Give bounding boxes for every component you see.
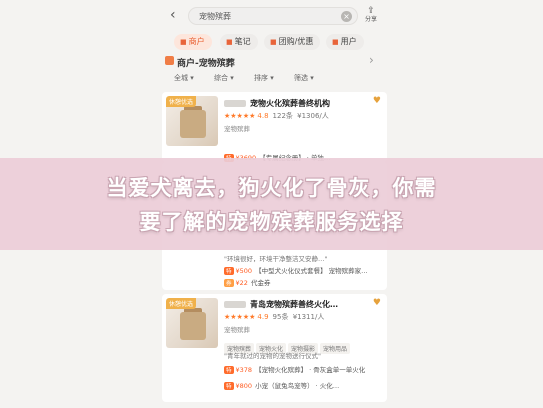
rating-row: ★★★★★ 4.8 122条 ¥1306/人 — [224, 112, 329, 120]
search-bar: ‹ 宠物殡葬 × ⇪ 分享 — [160, 4, 385, 28]
filter-label: 综合 — [214, 74, 228, 82]
shop-card[interactable]: 休憩优选 宠物火化殡葬善终机构 ♥ ★★★★★ 4.8 122条 ¥1306/人 宠… — [162, 92, 387, 162]
deal-tag: 特 — [224, 366, 234, 374]
favorite-icon[interactable]: ♥ — [373, 298, 381, 308]
shop-card[interactable]: 休憩优选 青岛宠物殡葬善终火化… ♥ ★★★★★ 4.9 95条 ¥1311/人 宠… — [162, 294, 387, 402]
favorite-icon[interactable]: ♥ — [373, 96, 381, 106]
deal-tag: 特 — [224, 382, 234, 390]
shop-category: 宠物殡葬 — [224, 125, 250, 133]
banner-title-line-2: 要了解的宠物殡葬服务选择 — [139, 210, 404, 234]
banner-title-line-1: 当爱犬离去，狗火化了骨灰，你需 — [106, 176, 437, 200]
review-quote: "青年就过的宠物的宠物送行仪式" — [224, 352, 321, 360]
shop-icon — [165, 56, 174, 65]
back-arrow-icon[interactable]: ‹ — [170, 7, 176, 23]
rating-row: ★★★★★ 4.9 95条 ¥1311/人 — [224, 313, 325, 321]
shop-name: 青岛宠物殡葬善终火化… — [224, 299, 338, 310]
shop-image: 休憩优选 — [166, 298, 218, 348]
shop-name: 宠物火化殡葬善终机构 — [224, 98, 330, 109]
filter-sort[interactable]: 排序 ▾ — [254, 73, 274, 83]
shop-badge: 休憩优选 — [166, 96, 197, 107]
deal-row[interactable]: 券 ¥22 代金券 — [224, 277, 270, 287]
coupon-icon: ■ — [270, 38, 277, 46]
tab-label: 用户 — [340, 37, 357, 46]
deal-row[interactable]: 特 ¥500 【中型犬火化仪式套餐】 宠物殡葬家… — [224, 265, 368, 275]
clear-icon[interactable]: × — [341, 11, 352, 22]
title-banner: 当爱犬离去，狗火化了骨灰，你需 要了解的宠物殡葬服务选择 — [0, 158, 543, 250]
shop-category: 宠物殡葬 — [224, 326, 250, 334]
tab-label: 团购/优惠 — [278, 37, 314, 46]
tab-notes[interactable]: ■ 笔记 — [220, 34, 258, 50]
tab-label: 商户 — [188, 37, 205, 46]
search-input[interactable]: 宠物殡葬 × — [188, 7, 358, 25]
shop-image: 休憩优选 — [166, 96, 218, 146]
filter-general[interactable]: 综合 ▾ — [214, 73, 234, 83]
tab-users[interactable]: ■ 用户 — [326, 34, 364, 50]
user-icon: ■ — [332, 38, 339, 46]
section-title: 商户-宠物殡葬 — [177, 59, 235, 69]
share-button[interactable]: ⇪ 分享 — [363, 6, 379, 24]
filter-label: 排序 — [254, 74, 268, 82]
tab-deals[interactable]: ■ 团购/优惠 — [264, 34, 321, 50]
tab-shops[interactable]: ■ 商户 — [174, 34, 212, 50]
review-quote: "环境很好，环境干净整洁又安静…" — [224, 255, 328, 263]
coupon-tag: 券 — [224, 279, 234, 287]
app-screen: ‹ 宠物殡葬 × ⇪ 分享 ■ 商户 ■ 笔记 ■ 团购/优惠 ■ 用户 商户-宠物殡葬… — [0, 0, 543, 408]
filter-label: 筛选 — [294, 74, 308, 82]
filter-area[interactable]: 全城 ▾ — [174, 73, 194, 83]
shop-badge: 休憩优选 — [166, 298, 197, 309]
deal-row[interactable]: 特 ¥378 【宠物火化殡葬】 · 骨灰盒单一单火化 — [224, 364, 365, 374]
shop-icon: ■ — [180, 38, 187, 46]
more-icon[interactable]: › — [369, 53, 374, 67]
filter-bar: 全城 ▾ 综合 ▾ 排序 ▾ 筛选 ▾ — [166, 73, 386, 85]
deal-tag: 特 — [224, 267, 234, 275]
service-tag: 宠物用品 — [320, 343, 351, 354]
deal-row[interactable]: 特 ¥800 小宠（鼠兔鸟宠等） · 火化… — [224, 380, 339, 390]
share-label: 分享 — [364, 16, 377, 23]
filter-more[interactable]: 筛选 ▾ — [294, 73, 314, 83]
share-icon: ⇪ — [367, 6, 375, 16]
note-icon: ■ — [226, 38, 233, 46]
result-tabs: ■ 商户 ■ 笔记 ■ 团购/优惠 ■ 用户 — [174, 34, 374, 52]
search-query: 宠物殡葬 — [199, 12, 231, 21]
tab-label: 笔记 — [234, 37, 251, 46]
filter-label: 全城 — [174, 74, 188, 82]
